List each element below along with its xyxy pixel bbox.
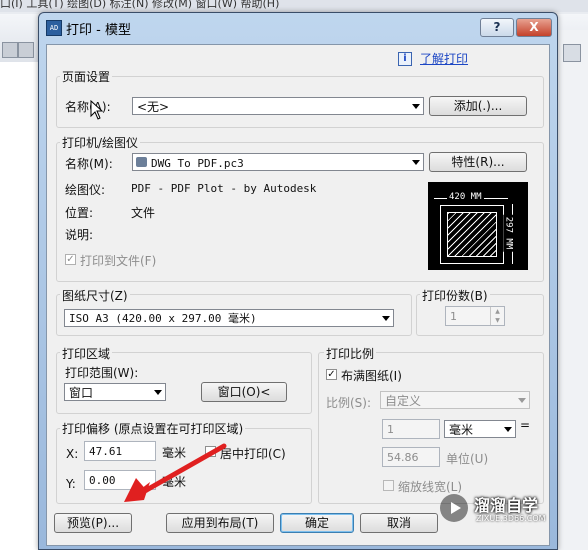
offset-y-value: 0.00 bbox=[89, 474, 116, 487]
chevron-down-icon bbox=[412, 160, 420, 165]
panel-icon[interactable] bbox=[563, 44, 581, 62]
properties-button[interactable]: 特性(R)... bbox=[429, 152, 527, 172]
chevron-down-icon bbox=[154, 390, 162, 395]
scale-value1: 1 bbox=[387, 423, 394, 436]
apply-to-layout-button[interactable]: 应用到布局(T) bbox=[166, 513, 274, 533]
printer-name-value: DWG To PDF.pc3 bbox=[151, 157, 244, 170]
printer-name-label: 名称(M): bbox=[65, 157, 113, 171]
paper-size-select[interactable]: ISO A3 (420.00 x 297.00 毫米) bbox=[64, 309, 394, 327]
toolbar-icon[interactable] bbox=[2, 42, 18, 58]
scale-unit-value: 毫米 bbox=[449, 423, 474, 437]
close-button[interactable]: X bbox=[516, 18, 552, 37]
chevron-down-icon bbox=[504, 427, 512, 432]
info-icon[interactable]: i bbox=[398, 52, 412, 66]
print-to-file-checkbox[interactable]: ✓ bbox=[65, 254, 76, 265]
autocad-logo-icon: AD bbox=[46, 20, 62, 36]
paper-size-value: ISO A3 (420.00 x 297.00 毫米) bbox=[69, 312, 257, 325]
red-arrow-annotation bbox=[120, 440, 230, 507]
copies-value: 1 bbox=[450, 310, 457, 323]
window-button[interactable]: 窗口(O)< bbox=[201, 382, 287, 402]
page-setup-label: 页面设置 bbox=[60, 68, 113, 85]
scale-value1-input[interactable]: 1 bbox=[382, 419, 440, 439]
description-label: 说明: bbox=[65, 228, 94, 242]
paper-width-label: 420 MM bbox=[447, 192, 484, 202]
print-to-file-label: 打印到文件(F) bbox=[80, 254, 157, 268]
learn-print-link[interactable]: 了解打印 bbox=[420, 50, 468, 67]
scale-unit-select[interactable]: 毫米 bbox=[444, 420, 516, 438]
scale-lineweight-checkbox[interactable] bbox=[383, 480, 394, 491]
page-setup-name-value: <无> bbox=[137, 100, 170, 114]
preview-button[interactable]: 预览(P)... bbox=[54, 513, 132, 533]
offset-y-label: Y: bbox=[66, 477, 76, 491]
scale-value: 自定义 bbox=[385, 394, 422, 408]
spin-down-icon[interactable]: ▼ bbox=[490, 316, 504, 325]
cancel-button[interactable]: 取消 bbox=[360, 513, 438, 533]
page-setup-name-select[interactable]: <无> bbox=[132, 97, 424, 115]
toolbar-icon[interactable] bbox=[18, 42, 34, 58]
plot-range-select[interactable]: 窗口 bbox=[64, 383, 166, 401]
app-right-panel bbox=[556, 30, 588, 550]
plot-range-value: 窗口 bbox=[69, 386, 94, 400]
fit-to-paper-label: 布满图纸(I) bbox=[341, 369, 402, 383]
offset-x-label: X: bbox=[66, 447, 79, 461]
add-button[interactable]: 添加(.)... bbox=[429, 96, 527, 116]
printer-icon bbox=[136, 157, 147, 167]
paper-height-label: 297 MM bbox=[503, 214, 514, 252]
plot-range-label: 打印范围(W): bbox=[65, 366, 139, 380]
scale-select[interactable]: 自定义 bbox=[380, 391, 530, 409]
plotter-value: PDF - PDF Plot - by Autodesk bbox=[131, 182, 317, 195]
unit-label: 单位(U) bbox=[446, 452, 489, 466]
app-menu-text: 口(I) 工具(T) 绘图(D) 标注(N) 修改(M) 窗口(W) 帮助(H) bbox=[0, 0, 280, 10]
plot-offset-label: 打印偏移 (原点设置在可打印区域) bbox=[60, 420, 246, 437]
offset-x-value: 47.61 bbox=[89, 445, 123, 458]
location-value: 文件 bbox=[131, 206, 156, 220]
watermark: 溜溜自学 ZIXUE.3D66.COM bbox=[440, 490, 550, 532]
ok-button[interactable]: 确定 bbox=[280, 513, 354, 533]
fit-to-paper-checkbox[interactable]: ✓ bbox=[326, 369, 337, 380]
printer-name-select[interactable]: DWG To PDF.pc3 bbox=[132, 153, 424, 171]
chevron-down-icon bbox=[518, 398, 526, 403]
mouse-cursor-icon bbox=[90, 99, 104, 125]
chevron-down-icon bbox=[382, 316, 390, 321]
chevron-down-icon bbox=[412, 104, 420, 109]
watermark-url: ZIXUE.3D66.COM bbox=[476, 514, 546, 523]
printer-group-label: 打印机/绘图仪 bbox=[60, 134, 141, 151]
printable-area-hatch bbox=[447, 212, 497, 257]
watermark-play-icon bbox=[440, 494, 468, 522]
copies-label: 打印份数(B) bbox=[420, 287, 490, 304]
plotter-label: 绘图仪: bbox=[65, 183, 106, 197]
paper-size-label: 图纸尺寸(Z) bbox=[60, 287, 130, 304]
scale-label: 比例(S): bbox=[326, 396, 372, 410]
spin-up-icon[interactable]: ▲ bbox=[490, 307, 504, 316]
scale-value2-input[interactable]: 54.86 bbox=[382, 447, 440, 467]
watermark-brand: 溜溜自学 bbox=[474, 496, 539, 515]
help-button[interactable]: ? bbox=[480, 18, 514, 37]
dialog-title: 打印 - 模型 bbox=[66, 23, 131, 38]
scale-equals: = bbox=[520, 418, 531, 432]
plot-scale-label: 打印比例 bbox=[324, 345, 377, 362]
location-label: 位置: bbox=[65, 206, 94, 220]
plot-area-label: 打印区域 bbox=[60, 345, 113, 362]
scale-value2: 54.86 bbox=[387, 451, 419, 464]
